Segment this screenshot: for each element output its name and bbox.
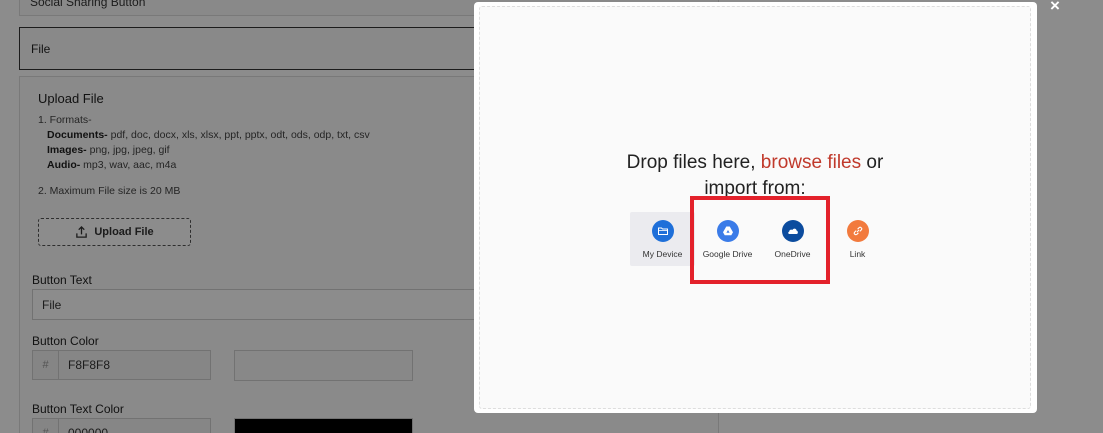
source-my-device[interactable]: My Device [630, 212, 695, 266]
folder-icon [651, 220, 674, 242]
close-icon[interactable]: × [1046, 0, 1064, 15]
link-icon [846, 220, 869, 242]
source-link[interactable]: Link [825, 212, 890, 266]
browse-files-link[interactable]: browse files [761, 152, 861, 173]
drop-prefix: Drop files here, [626, 152, 761, 173]
highlight-box [690, 196, 830, 284]
drop-instructions: Drop files here, browse files or import … [480, 150, 1030, 202]
source-label: Link [849, 249, 866, 259]
drop-suffix: or [861, 152, 884, 173]
source-label: My Device [642, 249, 683, 259]
